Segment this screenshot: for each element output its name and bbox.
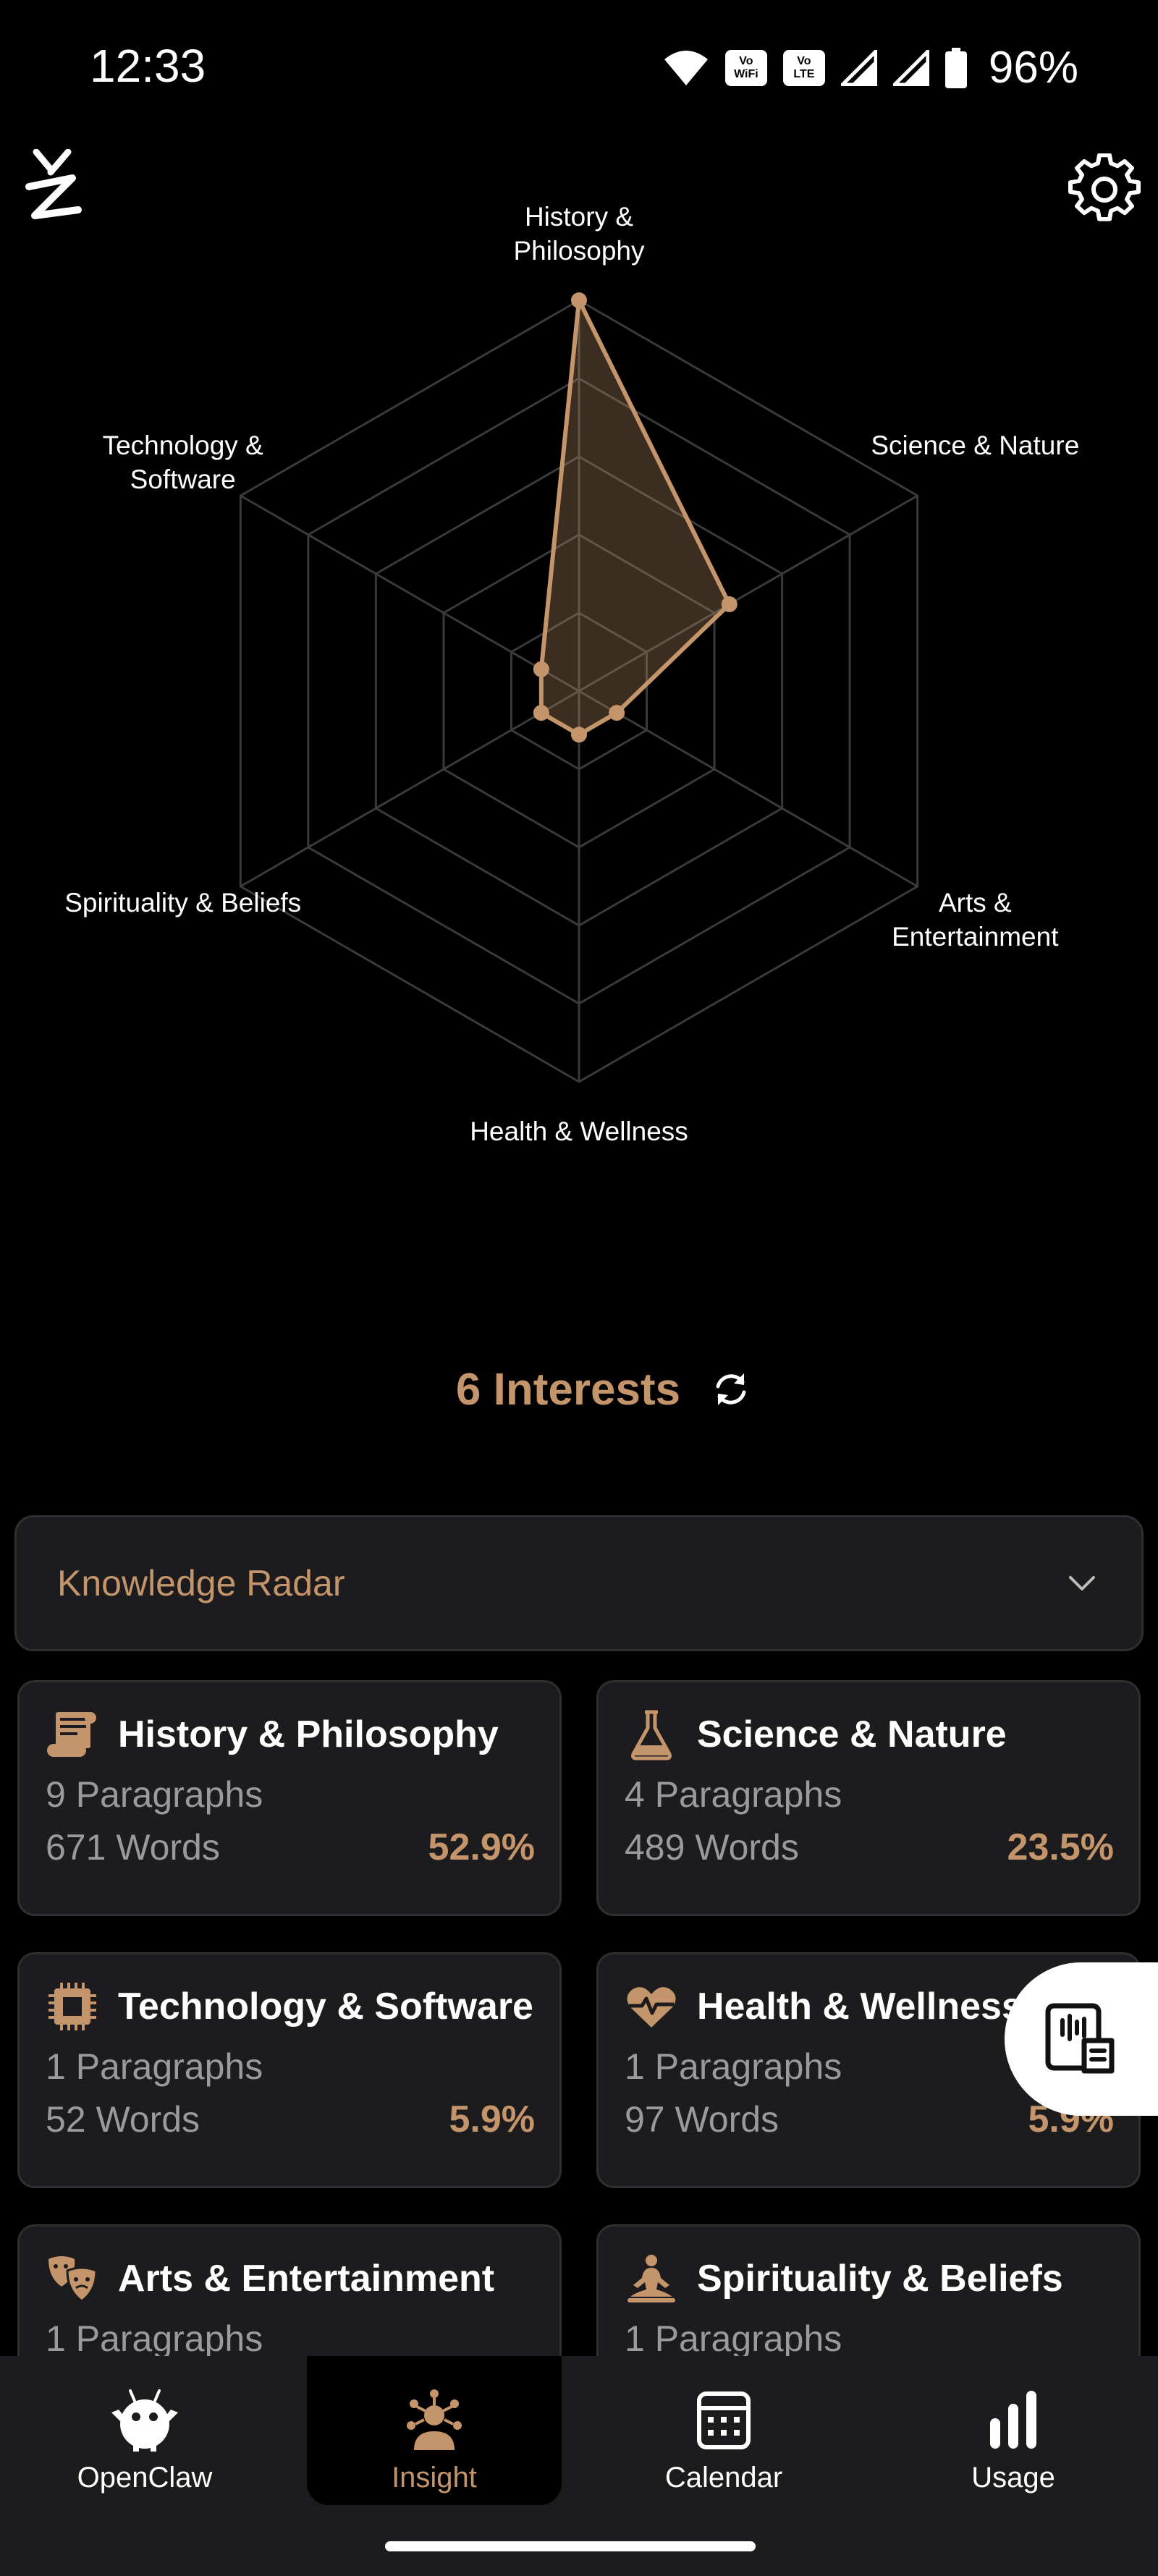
nav-openclaw[interactable]: OpenClaw — [17, 2356, 272, 2505]
signal-icon — [892, 49, 929, 86]
nav-label: Insight — [392, 2462, 477, 2494]
interests-summary: 6 Interests — [0, 1360, 1158, 1418]
card-title: Science & Nature — [697, 1713, 1007, 1755]
insight-icon — [407, 2389, 462, 2450]
voice-note-button[interactable] — [1005, 1962, 1158, 2116]
interest-card-history[interactable]: History & Philosophy 9 Paragraphs 671 Wo… — [17, 1680, 562, 1916]
card-title: Technology & Software — [118, 1986, 533, 2028]
vowifi-icon: Vo WiFi — [724, 49, 767, 86]
knowledge-radar-chart: History & Philosophy Science & Nature Arts… — [0, 202, 1158, 1252]
radar-svg — [239, 292, 919, 1083]
radar-data-point — [533, 705, 549, 721]
nav-insight[interactable]: Insight — [307, 2356, 562, 2505]
card-paragraphs: 1 Paragraphs — [46, 2318, 263, 2359]
battery-percent: 96% — [988, 43, 1078, 93]
status-bar: 12:33 Vo WiFi Vo LTE 96% — [0, 0, 1158, 137]
nav-label: Calendar — [664, 2462, 783, 2494]
radar-axis-label: History & Philosophy — [513, 202, 645, 266]
battery-icon — [944, 47, 967, 88]
volte-chip-top: Vo — [797, 54, 811, 67]
nav-label: OpenClaw — [77, 2462, 213, 2494]
theater-masks-icon — [48, 2256, 98, 2302]
heartbeat-icon — [627, 1987, 676, 2028]
chip-icon — [48, 1983, 96, 2030]
chevron-down-icon — [1069, 1576, 1095, 1590]
card-paragraphs: 4 Paragraphs — [625, 1774, 842, 1815]
status-icons: Vo WiFi Vo LTE 96% — [663, 42, 1078, 93]
volte-chip-bottom: LTE — [793, 67, 815, 80]
card-paragraphs: 1 Paragraphs — [625, 2318, 842, 2359]
card-words: 489 Words — [625, 1827, 799, 1868]
nav-calendar[interactable]: Calendar — [596, 2356, 851, 2505]
card-words: 52 Words — [46, 2099, 200, 2140]
card-paragraphs: 9 Paragraphs — [46, 1774, 263, 1815]
nav-usage[interactable]: Usage — [886, 2356, 1141, 2505]
card-percent: 23.5% — [1007, 1826, 1114, 1868]
meditation-icon — [627, 2255, 675, 2302]
radar-axis-line — [240, 494, 580, 692]
interest-card-science[interactable]: Science & Nature 4 Paragraphs 489 Words … — [596, 1680, 1141, 1916]
radar-data-point — [571, 292, 587, 308]
radar-series-area — [538, 298, 732, 737]
status-time: 12:33 — [90, 40, 206, 92]
radar-axis-line — [240, 690, 580, 888]
card-paragraphs: 1 Paragraphs — [46, 2046, 263, 2087]
robot-icon — [111, 2389, 178, 2452]
card-title: Health & Wellness — [697, 1986, 1023, 2028]
refresh-icon[interactable] — [709, 1368, 753, 1411]
card-words: 671 Words — [46, 1827, 220, 1868]
interests-count: 6 Interests — [455, 1364, 681, 1415]
card-title: Spirituality & Beliefs — [697, 2258, 1063, 2300]
calendar-icon — [697, 2391, 751, 2449]
card-percent: 5.9% — [449, 2098, 535, 2140]
voice-note-icon — [1045, 2003, 1115, 2074]
radar-axis-label: Technology & Software — [102, 431, 263, 494]
flask-icon — [631, 1710, 672, 1761]
card-percent: 52.9% — [428, 1826, 535, 1868]
card-paragraphs: 1 Paragraphs — [625, 2046, 842, 2087]
dropdown-label: Knowledge Radar — [57, 1563, 345, 1603]
app-logo-icon[interactable] — [25, 149, 83, 221]
radar-axis-label: Arts & Entertainment — [892, 888, 1059, 952]
card-words: 97 Words — [625, 2099, 779, 2140]
radar-data-point — [571, 726, 587, 743]
nav-label: Usage — [971, 2462, 1055, 2494]
radar-axis-line — [578, 690, 918, 888]
radar-axis-label: Science & Nature — [871, 431, 1080, 460]
radar-data-point — [533, 661, 549, 677]
vowifi-chip-top: Vo — [739, 54, 753, 67]
radar-axis-label: Spirituality & Beliefs — [64, 888, 302, 918]
vowifi-chip-bottom: WiFi — [734, 67, 758, 80]
volte-icon: Vo LTE — [782, 49, 825, 86]
signal-icon — [840, 49, 877, 86]
scroll-icon — [47, 1712, 96, 1757]
radar-axis-label: Health & Wellness — [470, 1117, 688, 1146]
radar-data-point — [609, 705, 625, 721]
home-indicator[interactable] — [385, 2541, 756, 2551]
gear-icon[interactable] — [1068, 153, 1141, 226]
radar-data-point — [721, 596, 738, 613]
knowledge-radar-dropdown[interactable]: Knowledge Radar — [14, 1515, 1144, 1651]
card-title: History & Philosophy — [118, 1713, 499, 1755]
interest-card-technology[interactable]: Technology & Software 1 Paragraphs 52 Wo… — [17, 1952, 562, 2188]
wifi-icon — [664, 50, 708, 85]
bar-chart-icon — [990, 2391, 1036, 2449]
card-title: Arts & Entertainment — [118, 2258, 495, 2300]
